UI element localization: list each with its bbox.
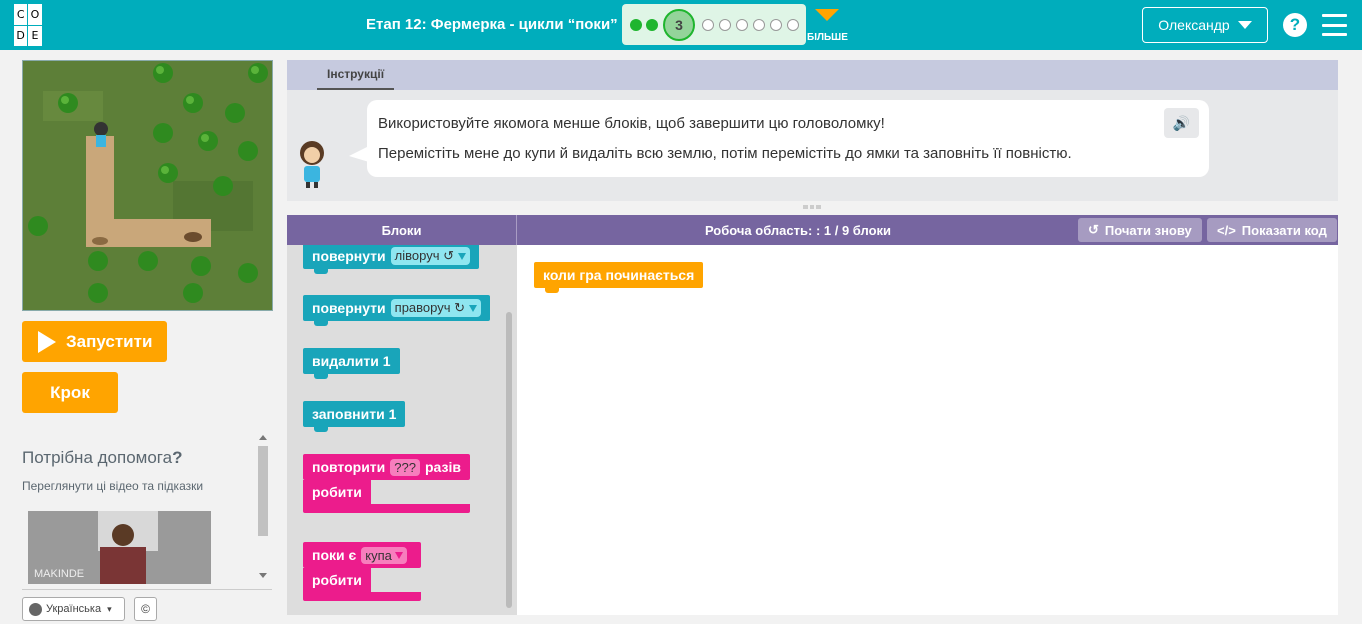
more-label: БІЛЬШЕ [807,32,848,43]
scroll-up-icon[interactable] [259,435,267,440]
code-workspace[interactable]: коли гра починається [517,245,1338,615]
run-button[interactable]: Запустити [22,321,167,362]
toolbox: повернути ліворуч ↺ повернути праворуч ↻… [287,245,517,615]
logo-letter-d: D [14,25,28,46]
help-panel: Потрібна допомога? Переглянути ці відео … [22,432,272,584]
stage-title: Етап 12: Фермерка - цикли “поки” [366,16,618,33]
instruction-line-2: Перемістіть мене до купи й видаліть всю … [378,145,1072,162]
instruction-line-1: Використовуйте якомога менше блоків, щоб… [378,115,885,132]
dropdown-arrow-icon [457,252,466,260]
block-fill[interactable]: заповнити 1 [303,401,406,432]
play-icon [38,330,56,353]
undo-icon: ↺ [1088,222,1099,237]
resize-handle[interactable] [803,205,822,209]
code-logo[interactable]: C O D E [14,4,56,46]
instructions-tabbar: Інструкції [287,60,1338,90]
workspace-header: Блоки Робоча область: : 1 / 9 блоки ↺ По… [287,215,1338,245]
direction-dropdown[interactable]: ліворуч ↺ [390,247,470,265]
block-label: коли гра починається [543,267,695,283]
copyright-button[interactable]: © [134,597,157,621]
level-progress: 3 [622,4,806,45]
farmer-avatar [300,141,324,188]
show-code-button[interactable]: </> Показати код [1207,218,1337,242]
block-turn-left[interactable]: повернути ліворуч ↺ [303,245,479,274]
hamburger-menu-icon[interactable] [1322,14,1347,36]
help-icon[interactable]: ? [1283,13,1307,37]
game-canvas [22,60,273,311]
video-caption: MAKINDE [34,568,84,580]
level-dot-1[interactable] [630,19,642,31]
block-repeat[interactable]: повторити ??? разів робити [303,454,471,516]
block-label: повернути [312,248,386,264]
block-label: видалити 1 [312,353,391,369]
workspace-label: Робоча область: : 1 / 9 блоки [704,222,892,238]
condition-dropdown[interactable]: купа [361,546,407,564]
farm-map [23,61,272,310]
user-menu-button[interactable]: Олександр [1142,7,1268,43]
restart-label: Почати знову [1104,222,1192,238]
run-label: Запустити [66,331,153,351]
level-dot-6[interactable] [736,19,748,31]
triangle-down-icon [815,9,839,21]
toolbox-header: Блоки [287,215,517,245]
dropdown-arrow-icon [469,304,478,312]
scroll-down-icon[interactable] [259,573,267,578]
show-code-label: Показати код [1241,222,1327,238]
logo-letter-c: C [14,4,28,25]
help-subtitle: Переглянути ці відео та підказки [22,479,204,493]
chevron-down-icon: ▾ [107,603,112,614]
level-dot-7[interactable] [753,19,765,31]
restart-button[interactable]: ↺ Почати знову [1078,218,1202,242]
block-label: заповнити 1 [312,406,397,422]
block-turn-right[interactable]: повернути праворуч ↻ [303,295,491,326]
block-label: повернути [312,300,386,316]
code-icon: </> [1217,222,1236,238]
top-header: C O D E Етап 12: Фермерка - цикли “поки”… [0,0,1362,50]
tab-instructions[interactable]: Інструкції [317,67,395,90]
more-levels-button[interactable]: БІЛЬШЕ [807,8,848,44]
logo-spacer [42,25,56,46]
level-dot-2[interactable] [646,19,658,31]
text-to-speech-icon[interactable]: 🔊 [1164,108,1199,138]
globe-icon [29,602,42,616]
level-dot-9[interactable] [787,19,799,31]
direction-dropdown[interactable]: праворуч ↻ [390,299,482,317]
user-name: Олександр [1158,17,1230,33]
block-label: повторити [312,459,386,475]
toolbox-scrollbar[interactable] [506,312,512,608]
help-scrollbar[interactable] [256,432,270,584]
repeat-count-input[interactable]: ??? [390,458,420,476]
block-label: поки є [312,547,357,563]
level-dot-4[interactable] [702,19,714,31]
video-preview-image: MAKINDE [28,511,211,584]
level-dot-5[interactable] [719,19,731,31]
logo-spacer [42,4,56,25]
block-do-label: робити [303,480,371,504]
caret-down-icon [1237,21,1252,29]
block-remove[interactable]: видалити 1 [303,348,400,379]
instructions-bubble: Використовуйте якомога менше блоків, щоб… [349,100,1209,177]
block-do-label: робити [303,568,371,592]
level-dot-current[interactable]: 3 [663,9,695,41]
scroll-thumb[interactable] [258,446,268,536]
instructions-panel: Використовуйте якомога менше блоків, щоб… [287,90,1338,201]
level-dot-8[interactable] [770,19,782,31]
footer-divider [22,589,272,590]
step-button[interactable]: Крок [22,372,118,413]
logo-letter-o: O [28,4,42,25]
help-title: Потрібна допомога? [22,448,183,467]
block-when-run[interactable]: коли гра починається [534,262,704,293]
block-label: разів [424,459,461,475]
logo-letter-e: E [28,25,42,46]
language-value: Українська [46,603,102,615]
language-select[interactable]: Українська ▾ [22,597,125,621]
dropdown-arrow-icon [394,551,403,559]
block-while[interactable]: поки є купа робити [303,542,471,604]
video-thumbnail[interactable]: MAKINDE [28,511,211,584]
